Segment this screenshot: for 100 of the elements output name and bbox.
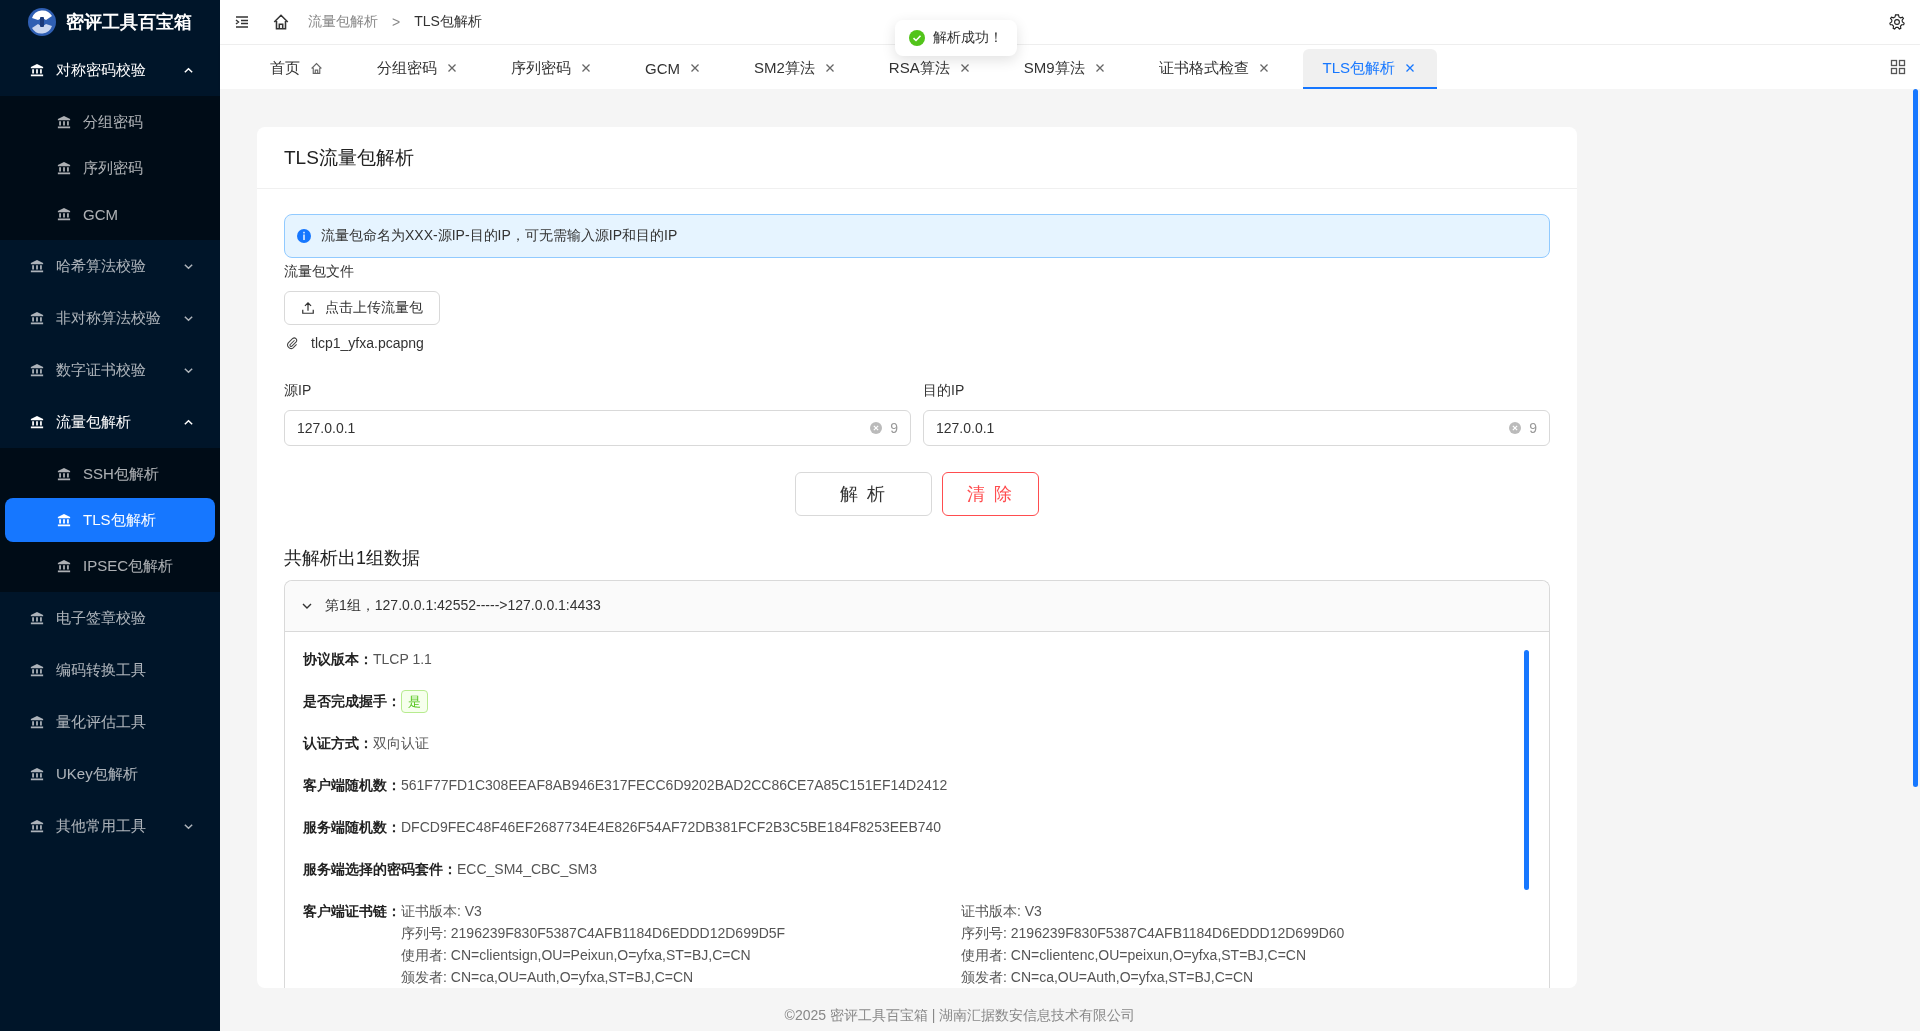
bank-icon bbox=[57, 513, 71, 527]
settings-icon[interactable] bbox=[1888, 13, 1906, 31]
tab[interactable]: SM2算法 bbox=[734, 49, 857, 89]
bank-icon bbox=[30, 259, 44, 273]
bank-icon bbox=[30, 363, 44, 377]
bank-icon bbox=[30, 819, 44, 833]
tab[interactable]: SM9算法 bbox=[1003, 49, 1127, 89]
bank-icon bbox=[57, 207, 71, 221]
close-icon[interactable] bbox=[1405, 63, 1416, 73]
detail-value: DFCD9FEC48F46EF2687734E4E826F54AF72DB381FCF2B3C5BE184F8253EEB740 bbox=[401, 818, 942, 837]
detail-value: 561F77FD1C308EEAF8AB946E317FECC6D9202BAD2CC86CE7A85C151EF14D2412 bbox=[401, 776, 948, 795]
cert-line: 证书版本: V3 bbox=[961, 902, 1043, 921]
char-count: 9 bbox=[1529, 420, 1537, 436]
tab[interactable]: 序列密码 bbox=[491, 49, 613, 89]
char-count: 9 bbox=[890, 420, 898, 436]
submenu-item[interactable]: IPSEC包解析 bbox=[5, 544, 215, 588]
close-icon[interactable] bbox=[690, 63, 700, 73]
bank-icon bbox=[57, 559, 71, 573]
detail-label: 协议版本： bbox=[303, 650, 373, 669]
bank-icon bbox=[30, 63, 44, 77]
app-title: 密评工具百宝箱 bbox=[66, 11, 192, 34]
status-tag: 是 bbox=[401, 690, 428, 713]
cert-line: 使用者: CN=clientsign,OU=Peixun,O=yfxa,ST=BJ,C=CN bbox=[401, 946, 752, 965]
submenu-item[interactable]: 分组密码 bbox=[5, 100, 215, 144]
bank-icon bbox=[57, 467, 71, 481]
detail-label: 客户端证书链： bbox=[303, 902, 401, 921]
field-label: 流量包文件 bbox=[284, 263, 355, 281]
detail-label: 是否完成握手： bbox=[303, 692, 401, 711]
bank-icon bbox=[30, 611, 44, 625]
upload-button[interactable]: 点击上传流量包 bbox=[284, 291, 440, 325]
close-icon[interactable] bbox=[581, 63, 591, 73]
menu-item[interactable]: 电子签章校验 bbox=[0, 592, 220, 644]
menu-fold-icon[interactable] bbox=[234, 14, 250, 30]
tab[interactable]: RSA算法 bbox=[868, 49, 992, 89]
field-label: 源IP bbox=[284, 382, 313, 400]
bank-icon bbox=[30, 415, 44, 429]
detail-label: 客户端随机数： bbox=[303, 776, 401, 795]
menu-item[interactable]: 对称密码校验 bbox=[0, 44, 220, 96]
paperclip-icon bbox=[286, 336, 299, 350]
bank-icon bbox=[30, 715, 44, 729]
input-field[interactable]: 127.0.0.1 9 bbox=[284, 410, 911, 446]
menu-item[interactable]: 编码转换工具 bbox=[0, 644, 220, 696]
home-icon[interactable] bbox=[272, 13, 290, 31]
cert-line: 使用者: CN=clientenc,OU=peixun,O=yfxa,ST=BJ,C=CN bbox=[961, 946, 1308, 965]
card-title: TLS流量包解析 bbox=[284, 145, 414, 170]
tab[interactable]: 分组密码 bbox=[357, 49, 479, 89]
result-summary: 共解析出1组数据 bbox=[284, 547, 421, 570]
tab[interactable]: 证书格式检查 bbox=[1138, 49, 1291, 89]
menu-item[interactable]: 流量包解析 bbox=[0, 396, 220, 448]
menu-item[interactable]: 哈希算法校验 bbox=[0, 240, 220, 292]
menu-item[interactable]: UKey包解析 bbox=[0, 748, 220, 800]
close-icon[interactable] bbox=[447, 63, 457, 73]
close-icon[interactable] bbox=[824, 63, 835, 73]
alert-text: 流量包命名为XXX-源IP-目的IP，可无需输入源IP和目的IP bbox=[321, 227, 678, 245]
cert-line: 序列号: 2196239F830F5387C4AFB1184D6EDDD12D699D60 bbox=[961, 924, 1346, 943]
detail-value: TLCP 1.1 bbox=[373, 650, 432, 669]
bank-icon bbox=[30, 663, 44, 677]
menu-item[interactable]: 其他常用工具 bbox=[0, 800, 220, 852]
submenu-item[interactable]: SSH包解析 bbox=[5, 452, 215, 496]
submenu-item[interactable]: GCM bbox=[5, 192, 215, 236]
input-field[interactable]: 127.0.0.1 9 bbox=[923, 410, 1550, 446]
breadcrumb-separator: > bbox=[392, 14, 401, 30]
scrollbar[interactable] bbox=[1913, 89, 1918, 787]
bank-icon bbox=[30, 767, 44, 781]
collapse-header[interactable]: 第1组，127.0.0.1:42552----->127.0.0.1:4433 bbox=[285, 581, 1549, 632]
cert-line: 颁发者: CN=ca,OU=Auth,O=yfxa,ST=BJ,C=CN bbox=[961, 968, 1255, 987]
detail-value: 双向认证 bbox=[373, 734, 429, 753]
parse-button[interactable]: 解 析 bbox=[795, 472, 932, 516]
detail-label: 服务端选择的密码套件： bbox=[303, 860, 457, 879]
tab[interactable]: 首页 bbox=[250, 49, 345, 89]
home-icon bbox=[310, 61, 323, 75]
menu-item[interactable]: 量化评估工具 bbox=[0, 696, 220, 748]
info-icon bbox=[297, 229, 311, 243]
breadcrumb-item: TLS包解析 bbox=[414, 13, 482, 31]
submenu-item[interactable]: TLS包解析 bbox=[5, 498, 215, 542]
logo-icon bbox=[26, 6, 58, 38]
close-icon[interactable] bbox=[1258, 63, 1269, 73]
bank-icon bbox=[30, 311, 44, 325]
detail-value: ECC_SM4_CBC_SM3 bbox=[457, 860, 598, 879]
success-icon bbox=[909, 30, 925, 46]
tab[interactable]: TLS包解析 bbox=[1302, 49, 1438, 89]
breadcrumb-item[interactable]: 流量包解析 bbox=[308, 13, 378, 31]
grid-icon[interactable] bbox=[1890, 59, 1906, 75]
field-label: 目的IP bbox=[923, 382, 966, 400]
scrollbar[interactable] bbox=[1524, 650, 1529, 890]
bank-icon bbox=[57, 115, 71, 129]
detail-label: 认证方式： bbox=[303, 734, 373, 753]
menu-item[interactable]: 非对称算法校验 bbox=[0, 292, 220, 344]
close-icon[interactable] bbox=[1094, 63, 1105, 73]
cert-line: 证书版本: V3 bbox=[401, 902, 483, 921]
submenu-item[interactable]: 序列密码 bbox=[5, 146, 215, 190]
close-icon[interactable] bbox=[959, 63, 970, 73]
cert-line: 序列号: 2196239F830F5387C4AFB1184D6EDDD12D699D5F bbox=[401, 924, 787, 943]
cert-line: 颁发者: CN=ca,OU=Auth,O=yfxa,ST=BJ,C=CN bbox=[401, 968, 695, 987]
bank-icon bbox=[57, 161, 71, 175]
menu-item[interactable]: 数字证书校验 bbox=[0, 344, 220, 396]
upload-icon bbox=[301, 301, 315, 315]
tab[interactable]: GCM bbox=[625, 49, 722, 89]
file-name[interactable]: tlcp1_yfxa.pcapng bbox=[311, 335, 424, 351]
toast-message: 解析成功！ bbox=[933, 29, 1003, 47]
